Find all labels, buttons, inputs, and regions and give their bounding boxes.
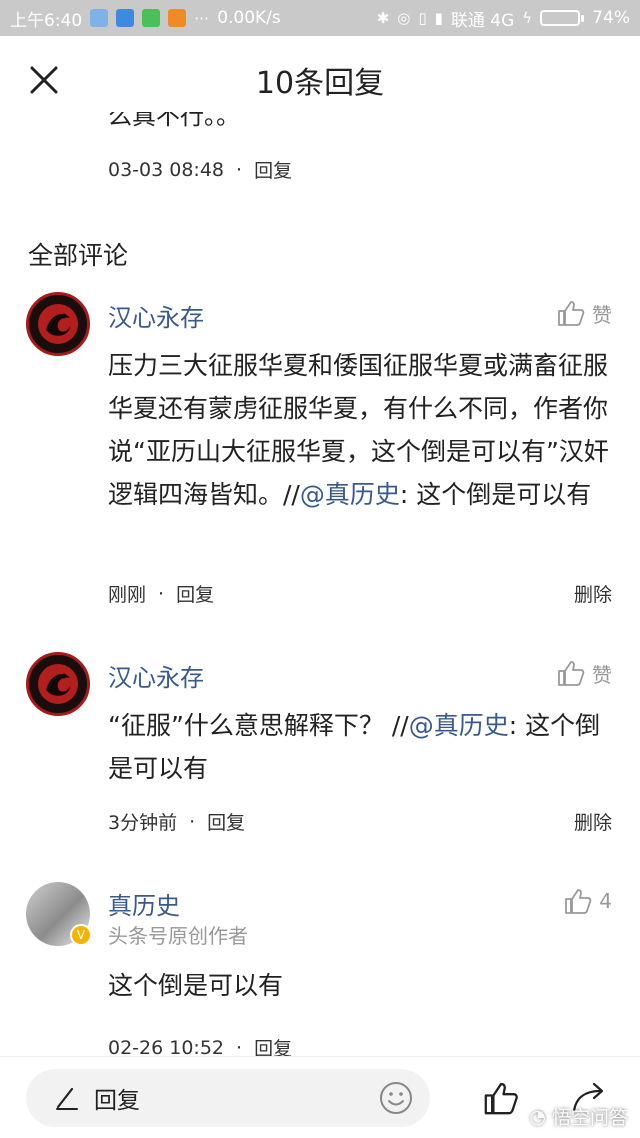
charging-icon: ϟ <box>522 9 533 27</box>
like-button[interactable]: 赞 <box>556 658 612 688</box>
comment-time: 刚刚 <box>108 584 147 606</box>
like-label: 赞 <box>592 662 612 687</box>
like-article-icon[interactable] <box>482 1079 520 1117</box>
more-notifications-icon: ⋯ <box>194 9 210 27</box>
like-label: 赞 <box>592 302 612 327</box>
like-button[interactable]: 4 <box>563 886 612 916</box>
author-tag: 头条号原创作者 <box>108 924 248 948</box>
network-speed: 0.00K/s <box>217 8 281 28</box>
status-bar-left: 上午6:40 ⋯ 0.00K/s <box>10 6 281 31</box>
comment-meta: 3分钟前 · 回复 <box>108 808 245 835</box>
battery-icon <box>540 10 585 26</box>
verified-badge-icon: V <box>70 924 92 946</box>
like-button[interactable]: 赞 <box>556 298 612 328</box>
notes-app-icon <box>168 9 187 27</box>
reply-header: 10条回复 <box>0 36 640 124</box>
thumbs-up-icon <box>558 661 585 686</box>
comment-body: 压力三大征服华夏和倭国征服华夏或满畜征服华夏还有蒙虏征服华夏，有什么不同，作者你… <box>108 344 614 516</box>
store-app-icon <box>116 9 135 27</box>
thumbs-up-icon <box>565 889 592 914</box>
status-bar: 上午6:40 ⋯ 0.00K/s ✱ ◎ ▯ ▮ 联通 4G ϟ 74% <box>0 0 640 36</box>
chat-bubble-icon: ◔ <box>529 1105 546 1128</box>
like-count: 4 <box>599 889 612 913</box>
status-bar-right: ✱ ◎ ▯ ▮ 联通 4G ϟ 74% <box>377 6 630 31</box>
comment-meta: 刚刚 · 回复 <box>108 580 214 607</box>
avatar[interactable] <box>26 652 90 716</box>
wechat-app-icon <box>142 9 161 27</box>
signal-off-icon: ▯ <box>418 9 427 27</box>
dragon-emblem-icon <box>38 664 78 704</box>
signal-icon: ▮ <box>434 9 443 27</box>
avatar[interactable] <box>26 292 90 356</box>
mention-link[interactable]: @真历史 <box>409 711 509 740</box>
delete-button[interactable]: 删除 <box>574 580 612 607</box>
comment-body: 这个倒是可以有 <box>108 971 284 1000</box>
weather-app-icon <box>90 9 109 27</box>
status-time: 上午6:40 <box>10 10 83 31</box>
previous-reply-text: 么真不行。。 <box>108 112 240 130</box>
reply-button[interactable]: 回复 <box>176 580 214 607</box>
bluetooth-icon: ✱ <box>376 9 390 27</box>
quoted-text: : 这个倒是可以有 <box>399 480 592 509</box>
previous-reply-meta: 03-03 08:48 · 回复 <box>108 156 292 183</box>
thumbs-up-icon <box>558 301 585 326</box>
comment-time: 3分钟前 <box>108 812 178 834</box>
pen-icon <box>56 1087 78 1110</box>
comment-text: “征服”什么意思解释下？ // <box>108 711 409 740</box>
comment-meta: 02-26 10:52 · 回复 <box>108 1034 292 1057</box>
emoji-icon[interactable] <box>378 1080 414 1116</box>
mention-link[interactable]: @真历史 <box>300 480 400 509</box>
comment-username[interactable]: 汉心永存 <box>108 658 204 693</box>
reply-input[interactable]: 回复 <box>26 1069 430 1127</box>
comment-body: “征服”什么意思解释下？ //@真历史: 这个倒是可以有 <box>108 704 614 790</box>
delete-button[interactable]: 删除 <box>574 808 612 835</box>
comment-username[interactable]: 汉心永存 <box>108 298 204 333</box>
watermark-text: 悟空问答 <box>551 1107 628 1129</box>
page-title: 10条回复 <box>255 66 385 101</box>
dragon-emblem-icon <box>38 304 78 344</box>
toggle-icon: ◎ <box>397 9 411 27</box>
bottom-bar: 回复 ◔ 悟空问答 <box>0 1056 640 1138</box>
carrier-label: 联通 4G <box>450 10 515 31</box>
reply-button[interactable]: 回复 <box>207 808 245 835</box>
reply-button[interactable]: 回复 <box>254 156 292 183</box>
reply-input-label: 回复 <box>94 1088 140 1114</box>
watermark: ◔ 悟空问答 <box>529 1103 628 1130</box>
comments-list[interactable]: 么真不行。。 03-03 08:48 · 回复 全部评论 汉心永存 赞 压力三大… <box>0 112 640 1056</box>
comment-time: 02-26 10:52 <box>108 1036 225 1057</box>
reply-time: 03-03 08:48 <box>108 158 225 181</box>
reply-button[interactable]: 回复 <box>254 1034 292 1056</box>
battery-percent: 74% <box>592 8 630 28</box>
comment-username[interactable]: 真历史 <box>108 886 180 921</box>
close-icon[interactable] <box>26 62 62 98</box>
section-title: 全部评论 <box>28 241 129 270</box>
